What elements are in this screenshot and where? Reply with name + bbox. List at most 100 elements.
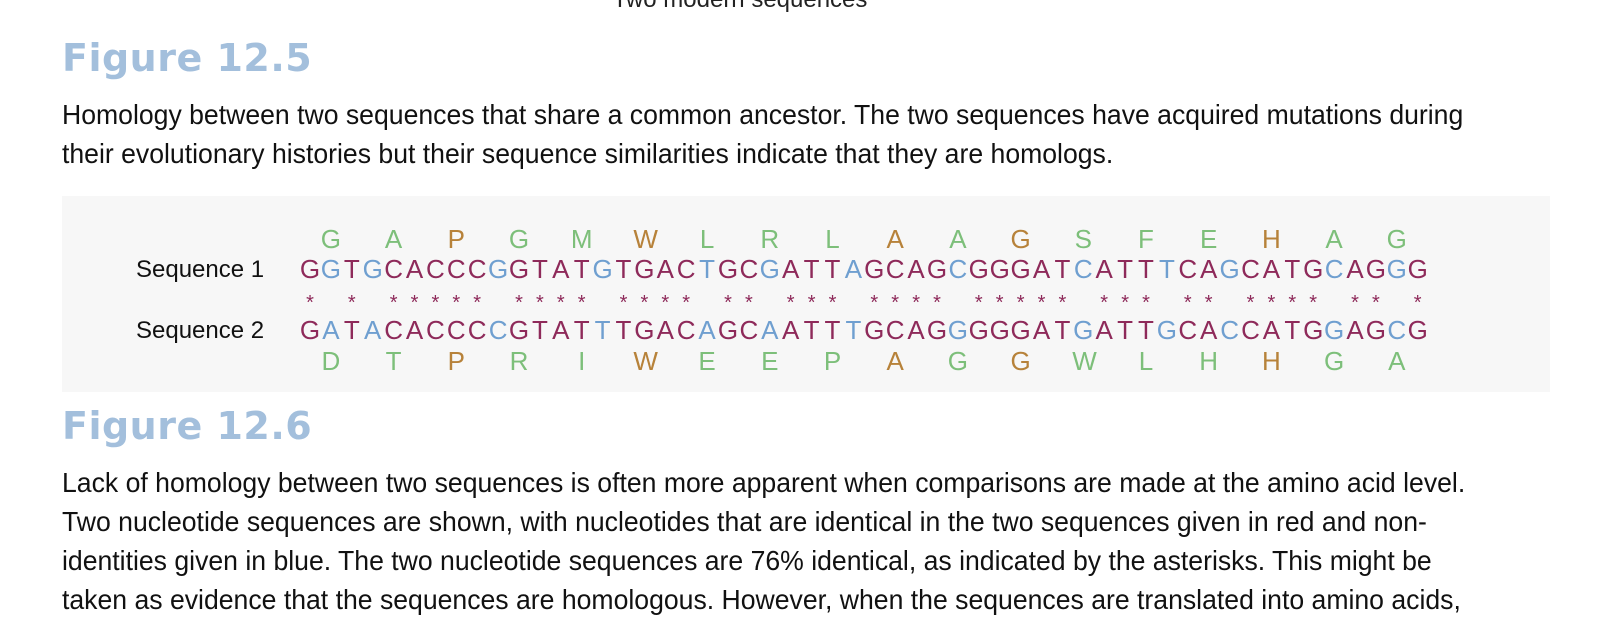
nucleotide: A: [1262, 254, 1281, 284]
nucleotide: G: [947, 315, 968, 345]
amino-acid: E: [761, 346, 779, 376]
identity-asterisk: *: [1037, 292, 1046, 314]
nucleotide: C: [885, 315, 905, 345]
nucleotide: A: [656, 254, 674, 284]
caption-line: their evolutionary histories but their s…: [62, 138, 1114, 169]
nucleotide: T: [594, 315, 611, 345]
identity-asterisk: *: [1016, 292, 1025, 314]
nucleotide: T: [531, 254, 548, 284]
identity-asterisk: *: [1142, 292, 1150, 314]
amino-acid: W: [1072, 346, 1097, 376]
nucleotide: A: [844, 254, 863, 284]
nucleotide: G: [717, 254, 739, 284]
figure-12-5-caption: Homology between two sequences that shar…: [62, 95, 1468, 173]
nucleotide: T: [845, 315, 862, 345]
nucleotide: A: [1095, 254, 1113, 284]
identity-asterisk: *: [724, 292, 732, 314]
identity-asterisk: *: [786, 292, 795, 314]
identity-asterisk: *: [807, 292, 816, 314]
amino-acid-row-2: DTPRIWEEPAGGWLHHGA: [0, 346, 1602, 376]
identity-asterisk: *: [661, 292, 670, 314]
nucleotide: G: [1407, 315, 1428, 345]
nucleotide: T: [1138, 254, 1154, 284]
nucleotide: C: [467, 254, 487, 284]
nucleotide: C: [1387, 315, 1407, 345]
nucleotide: T: [1054, 254, 1071, 284]
identity-asterisk: *: [347, 292, 356, 314]
identity-asterisk: *: [974, 292, 983, 314]
identity-asterisk: *: [1100, 292, 1109, 314]
amino-acid: F: [1138, 224, 1154, 254]
nucleotide: T: [1284, 254, 1301, 284]
nucleotide: A: [1200, 254, 1218, 284]
caption-line: Homology between two sequences that shar…: [62, 99, 1464, 130]
nucleotide: T: [573, 315, 590, 345]
nucleotide: T: [531, 315, 548, 345]
identity-asterisk: *: [1351, 292, 1359, 314]
nucleotide: G: [487, 254, 509, 284]
nucleotide: C: [885, 254, 905, 284]
nucleotide: C: [384, 254, 403, 284]
amino-acid: G: [1323, 346, 1345, 376]
nucleotide: T: [615, 315, 632, 345]
nucleotide: A: [1032, 254, 1051, 284]
nucleotide: C: [1241, 315, 1260, 345]
nucleotide-row-2: GATACACCCCGTATTTGACAGCAATTTGCAGGGGGATGAT…: [0, 315, 1602, 345]
nucleotide: C: [446, 254, 466, 284]
nucleotide: A: [1346, 254, 1364, 284]
nucleotide: C: [676, 254, 696, 284]
identity-asterisk: *: [1371, 292, 1380, 314]
identity-asterisk: *: [912, 292, 920, 314]
nucleotide: G: [864, 254, 885, 284]
nucleotide: A: [782, 315, 800, 345]
nucleotide: T: [1117, 315, 1134, 345]
amino-acid: E: [1200, 224, 1218, 254]
amino-acid: D: [321, 346, 341, 376]
nucleotide: G: [299, 254, 321, 284]
identity-asterisk: *: [389, 292, 398, 314]
nucleotide: G: [320, 254, 341, 284]
identity-asterisk: *: [1246, 292, 1255, 314]
amino-acid: R: [760, 224, 780, 254]
nucleotide: T: [615, 254, 632, 284]
caption-line: identities given in blue. The two nucleo…: [62, 545, 1432, 576]
amino-acid: H: [1262, 224, 1281, 254]
amino-acid: A: [1388, 346, 1406, 376]
nucleotide: C: [1220, 315, 1239, 345]
identity-asterisk: *: [619, 292, 628, 314]
amino-acid: W: [633, 346, 658, 376]
nucleotide: A: [782, 254, 800, 284]
nucleotide: T: [1284, 315, 1301, 345]
identity-asterisk: *: [1288, 292, 1297, 314]
nucleotide: T: [803, 315, 820, 345]
nucleotide: A: [405, 315, 424, 345]
nucleotide: C: [1178, 315, 1198, 345]
nucleotide: G: [968, 254, 989, 284]
figure-12-5-title: Figure 12.5: [62, 36, 313, 80]
nucleotide: A: [405, 254, 424, 284]
identity-asterisk: *: [515, 292, 523, 314]
nucleotide: G: [864, 315, 885, 345]
nucleotide: G: [989, 315, 1010, 345]
nucleotide: T: [343, 254, 360, 284]
nucleotide: C: [1073, 254, 1093, 284]
nucleotide: T: [803, 254, 820, 284]
nucleotide: A: [1032, 315, 1051, 345]
identity-asterisk: *: [933, 292, 941, 314]
amino-acid-row-1: GAPGMWLRLAAGSFEHAG: [0, 224, 1602, 254]
identity-asterisk: *: [1121, 292, 1129, 314]
nucleotide: G: [1073, 315, 1094, 345]
nucleotide: G: [1010, 315, 1031, 345]
identity-asterisk: *: [410, 292, 419, 314]
nucleotide: G: [1323, 315, 1345, 345]
amino-acid: P: [447, 346, 465, 376]
amino-acid: I: [578, 346, 586, 376]
amino-acid: H: [1199, 346, 1219, 376]
identity-asterisk: *: [1183, 292, 1192, 314]
nucleotide: G: [759, 254, 780, 284]
nucleotide: C: [467, 315, 487, 345]
nucleotide: G: [1219, 254, 1240, 284]
nucleotide: C: [384, 315, 403, 345]
nucleotide: A: [907, 315, 925, 345]
nucleotide: G: [1156, 315, 1177, 345]
